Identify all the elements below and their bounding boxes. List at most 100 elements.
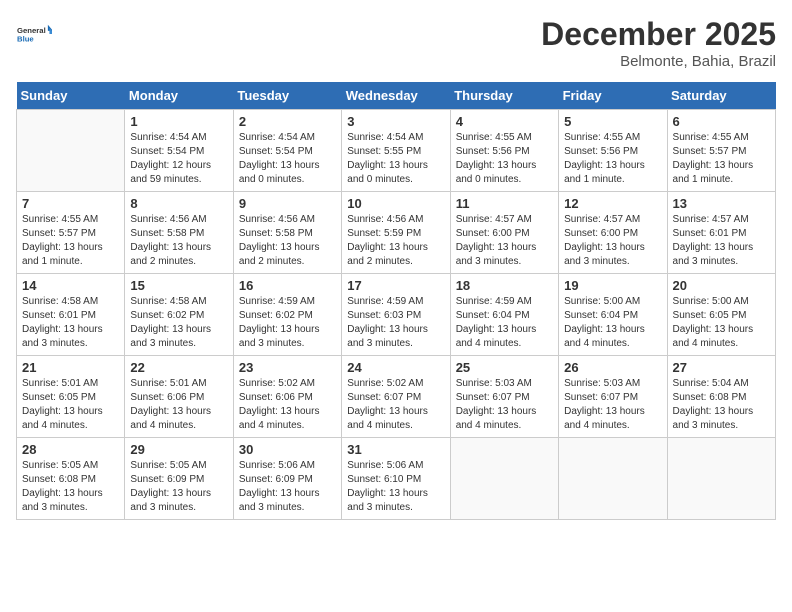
calendar-cell: 16Sunrise: 4:59 AM Sunset: 6:02 PM Dayli… bbox=[233, 274, 341, 356]
day-number: 29 bbox=[130, 442, 227, 457]
day-number: 22 bbox=[130, 360, 227, 375]
logo-svg: General Blue bbox=[16, 16, 52, 52]
calendar-cell: 28 Sunrise: 5:05 AM Sunset: 6:08 PM Dayli… bbox=[17, 438, 125, 520]
calendar-cell: 15Sunrise: 4:58 AM Sunset: 6:02 PM Dayli… bbox=[125, 274, 233, 356]
calendar-cell: 20 Sunrise: 5:00 AM Sunset: 6:05 PM Dayli… bbox=[667, 274, 775, 356]
calendar-cell bbox=[559, 438, 667, 520]
day-info: Sunrise: 5:03 AM Sunset: 6:07 PM Dayligh… bbox=[564, 377, 661, 433]
day-info: Sunrise: 5:02 AM Sunset: 6:07 PM Dayligh… bbox=[347, 377, 444, 433]
day-info: Sunrise: 4:55 AM Sunset: 5:57 PM Dayligh… bbox=[673, 131, 770, 187]
day-info: Sunrise: 5:00 AM Sunset: 6:04 PM Dayligh… bbox=[564, 295, 661, 351]
day-number: 15 bbox=[130, 278, 227, 293]
week-row-3: 14 Sunrise: 4:58 AM Sunset: 6:01 PM Dayli… bbox=[17, 274, 776, 356]
day-number: 1 bbox=[130, 114, 227, 129]
day-info: Sunrise: 4:55 AM Sunset: 5:56 PM Dayligh… bbox=[564, 131, 661, 187]
day-info: Sunrise: 5:05 AM Sunset: 6:09 PM Dayligh… bbox=[130, 459, 227, 515]
header-row: SundayMondayTuesdayWednesdayThursdayFrid… bbox=[17, 82, 776, 110]
calendar-cell: 13Sunrise: 4:57 AM Sunset: 6:01 PM Dayli… bbox=[667, 192, 775, 274]
day-number: 19 bbox=[564, 278, 661, 293]
day-info: Sunrise: 4:56 AM Sunset: 5:58 PM Dayligh… bbox=[239, 213, 336, 269]
calendar-cell: 19 Sunrise: 5:00 AM Sunset: 6:04 PM Dayli… bbox=[559, 274, 667, 356]
col-header-saturday: Saturday bbox=[667, 82, 775, 110]
calendar-cell: 31Sunrise: 5:06 AM Sunset: 6:10 PM Dayli… bbox=[342, 438, 450, 520]
calendar-cell bbox=[450, 438, 558, 520]
day-info: Sunrise: 5:00 AM Sunset: 6:05 PM Dayligh… bbox=[673, 295, 770, 351]
day-number: 8 bbox=[130, 196, 227, 211]
day-number: 18 bbox=[456, 278, 553, 293]
day-info: Sunrise: 5:05 AM Sunset: 6:08 PM Dayligh… bbox=[22, 459, 119, 515]
calendar-cell: 25 Sunrise: 5:03 AM Sunset: 6:07 PM Dayli… bbox=[450, 356, 558, 438]
day-info: Sunrise: 4:57 AM Sunset: 6:01 PM Dayligh… bbox=[673, 213, 770, 269]
calendar-cell: 29 Sunrise: 5:05 AM Sunset: 6:09 PM Dayli… bbox=[125, 438, 233, 520]
title-block: December 2025 Belmonte, Bahia, Brazil bbox=[541, 16, 776, 70]
day-info: Sunrise: 4:55 AM Sunset: 5:56 PM Dayligh… bbox=[456, 131, 553, 187]
day-info: Sunrise: 4:56 AM Sunset: 5:59 PM Dayligh… bbox=[347, 213, 444, 269]
week-row-1: 1 Sunrise: 4:54 AM Sunset: 5:54 PM Daylig… bbox=[17, 110, 776, 192]
calendar-cell: 4Sunrise: 4:55 AM Sunset: 5:56 PM Daylig… bbox=[450, 110, 558, 192]
day-number: 10 bbox=[347, 196, 444, 211]
calendar-cell: 17 Sunrise: 4:59 AM Sunset: 6:03 PM Dayli… bbox=[342, 274, 450, 356]
day-info: Sunrise: 4:59 AM Sunset: 6:03 PM Dayligh… bbox=[347, 295, 444, 351]
day-number: 17 bbox=[347, 278, 444, 293]
day-info: Sunrise: 5:01 AM Sunset: 6:06 PM Dayligh… bbox=[130, 377, 227, 433]
week-row-5: 28 Sunrise: 5:05 AM Sunset: 6:08 PM Dayli… bbox=[17, 438, 776, 520]
month-title: December 2025 bbox=[541, 16, 776, 53]
day-number: 30 bbox=[239, 442, 336, 457]
calendar-cell: 8 Sunrise: 4:56 AM Sunset: 5:58 PM Daylig… bbox=[125, 192, 233, 274]
day-number: 2 bbox=[239, 114, 336, 129]
day-number: 23 bbox=[239, 360, 336, 375]
calendar-cell: 1 Sunrise: 4:54 AM Sunset: 5:54 PM Daylig… bbox=[125, 110, 233, 192]
calendar-cell: 3 Sunrise: 4:54 AM Sunset: 5:55 PM Daylig… bbox=[342, 110, 450, 192]
day-info: Sunrise: 5:03 AM Sunset: 6:07 PM Dayligh… bbox=[456, 377, 553, 433]
calendar-cell: 30Sunrise: 5:06 AM Sunset: 6:09 PM Dayli… bbox=[233, 438, 341, 520]
day-number: 14 bbox=[22, 278, 119, 293]
calendar-cell: 12Sunrise: 4:57 AM Sunset: 6:00 PM Dayli… bbox=[559, 192, 667, 274]
calendar-table: SundayMondayTuesdayWednesdayThursdayFrid… bbox=[16, 82, 776, 520]
day-number: 9 bbox=[239, 196, 336, 211]
day-number: 3 bbox=[347, 114, 444, 129]
day-info: Sunrise: 4:56 AM Sunset: 5:58 PM Dayligh… bbox=[130, 213, 227, 269]
day-number: 20 bbox=[673, 278, 770, 293]
calendar-cell: 5 Sunrise: 4:55 AM Sunset: 5:56 PM Daylig… bbox=[559, 110, 667, 192]
day-number: 6 bbox=[673, 114, 770, 129]
col-header-wednesday: Wednesday bbox=[342, 82, 450, 110]
calendar-cell: 9 Sunrise: 4:56 AM Sunset: 5:58 PM Daylig… bbox=[233, 192, 341, 274]
col-header-monday: Monday bbox=[125, 82, 233, 110]
calendar-cell: 22 Sunrise: 5:01 AM Sunset: 6:06 PM Dayli… bbox=[125, 356, 233, 438]
day-number: 27 bbox=[673, 360, 770, 375]
day-number: 7 bbox=[22, 196, 119, 211]
location-subtitle: Belmonte, Bahia, Brazil bbox=[541, 53, 776, 70]
day-info: Sunrise: 4:54 AM Sunset: 5:55 PM Dayligh… bbox=[347, 131, 444, 187]
calendar-cell: 23Sunrise: 5:02 AM Sunset: 6:06 PM Dayli… bbox=[233, 356, 341, 438]
calendar-cell: 26Sunrise: 5:03 AM Sunset: 6:07 PM Dayli… bbox=[559, 356, 667, 438]
day-info: Sunrise: 4:54 AM Sunset: 5:54 PM Dayligh… bbox=[130, 131, 227, 187]
col-header-sunday: Sunday bbox=[17, 82, 125, 110]
calendar-cell: 11 Sunrise: 4:57 AM Sunset: 6:00 PM Dayli… bbox=[450, 192, 558, 274]
calendar-cell bbox=[17, 110, 125, 192]
day-info: Sunrise: 5:01 AM Sunset: 6:05 PM Dayligh… bbox=[22, 377, 119, 433]
calendar-cell: 7 Sunrise: 4:55 AM Sunset: 5:57 PM Daylig… bbox=[17, 192, 125, 274]
logo: General Blue bbox=[16, 16, 52, 52]
day-number: 28 bbox=[22, 442, 119, 457]
day-info: Sunrise: 4:55 AM Sunset: 5:57 PM Dayligh… bbox=[22, 213, 119, 269]
day-info: Sunrise: 5:04 AM Sunset: 6:08 PM Dayligh… bbox=[673, 377, 770, 433]
svg-text:General: General bbox=[17, 26, 46, 35]
day-number: 11 bbox=[456, 196, 553, 211]
day-info: Sunrise: 4:58 AM Sunset: 6:01 PM Dayligh… bbox=[22, 295, 119, 351]
col-header-tuesday: Tuesday bbox=[233, 82, 341, 110]
col-header-thursday: Thursday bbox=[450, 82, 558, 110]
calendar-cell: 6 Sunrise: 4:55 AM Sunset: 5:57 PM Daylig… bbox=[667, 110, 775, 192]
calendar-cell: 24Sunrise: 5:02 AM Sunset: 6:07 PM Dayli… bbox=[342, 356, 450, 438]
col-header-friday: Friday bbox=[559, 82, 667, 110]
day-info: Sunrise: 4:59 AM Sunset: 6:02 PM Dayligh… bbox=[239, 295, 336, 351]
calendar-cell: 2Sunrise: 4:54 AM Sunset: 5:54 PM Daylig… bbox=[233, 110, 341, 192]
day-number: 25 bbox=[456, 360, 553, 375]
day-number: 5 bbox=[564, 114, 661, 129]
week-row-2: 7 Sunrise: 4:55 AM Sunset: 5:57 PM Daylig… bbox=[17, 192, 776, 274]
day-info: Sunrise: 4:57 AM Sunset: 6:00 PM Dayligh… bbox=[456, 213, 553, 269]
calendar-cell: 27 Sunrise: 5:04 AM Sunset: 6:08 PM Dayli… bbox=[667, 356, 775, 438]
calendar-cell bbox=[667, 438, 775, 520]
day-number: 21 bbox=[22, 360, 119, 375]
calendar-cell: 18 Sunrise: 4:59 AM Sunset: 6:04 PM Dayli… bbox=[450, 274, 558, 356]
day-info: Sunrise: 4:59 AM Sunset: 6:04 PM Dayligh… bbox=[456, 295, 553, 351]
